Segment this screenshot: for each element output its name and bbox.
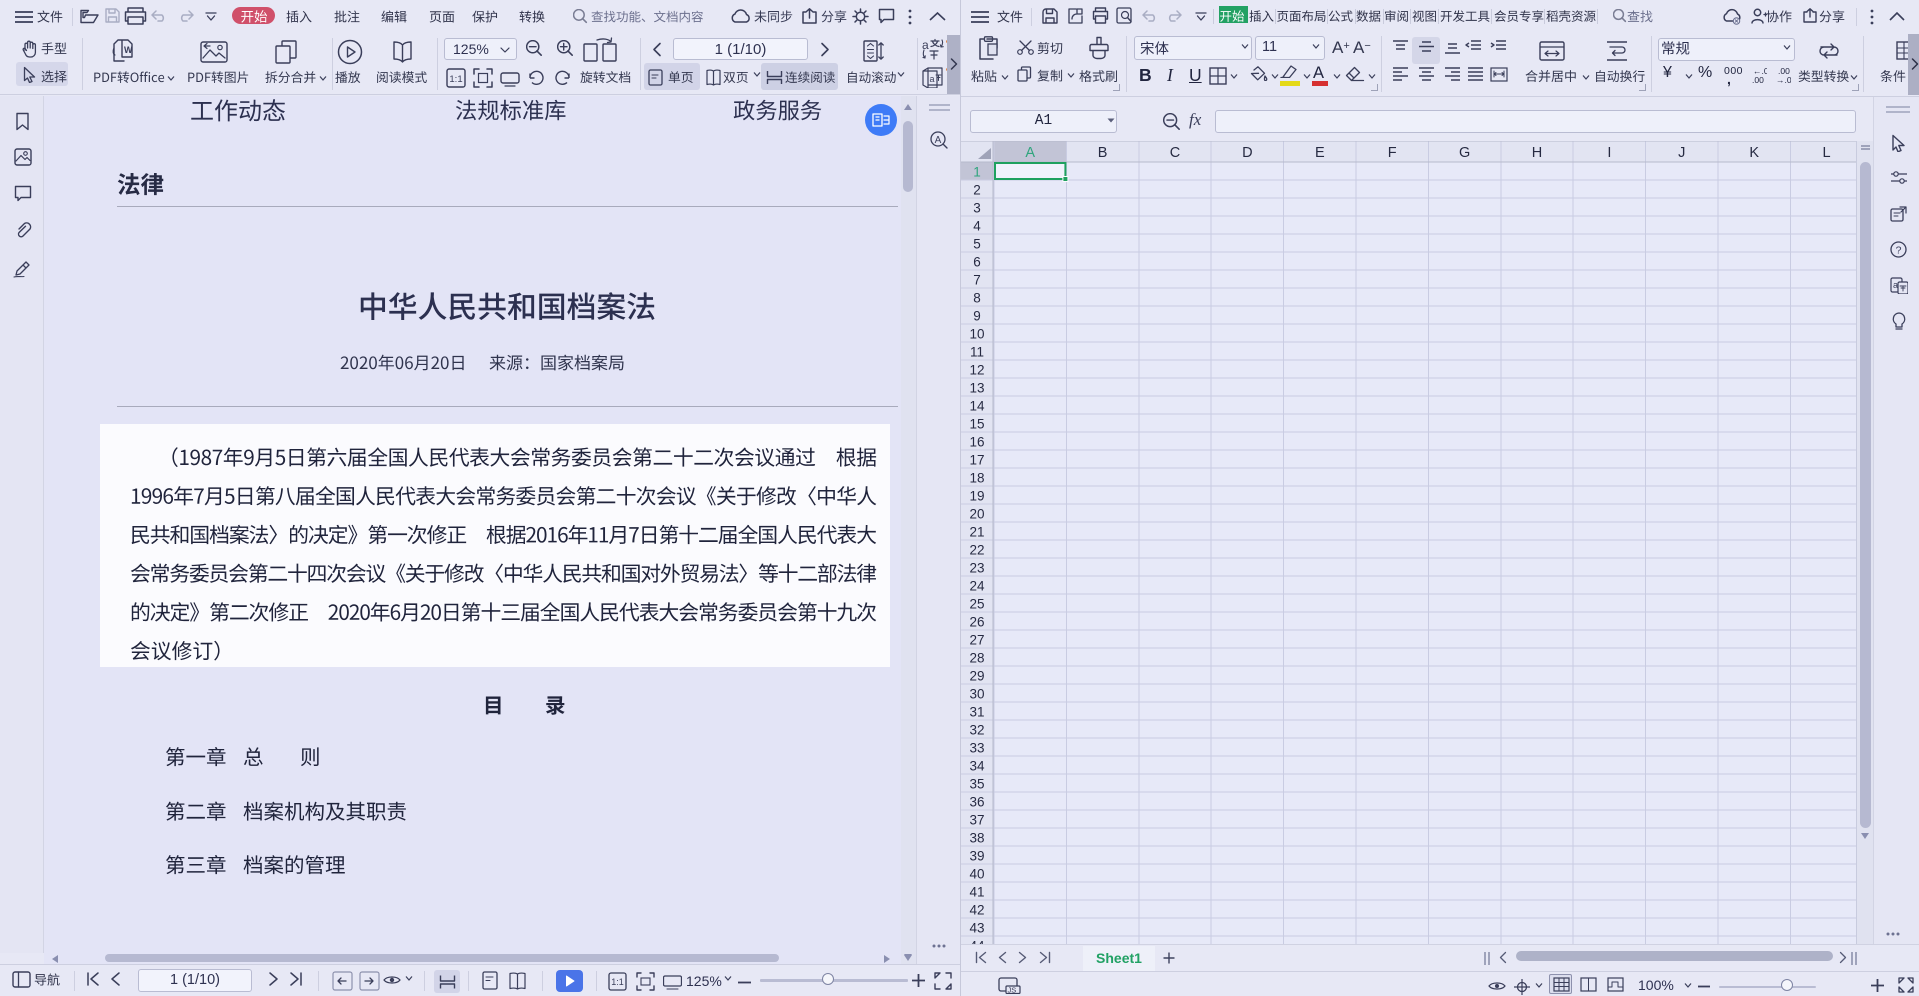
- svg-text:17: 17: [969, 453, 984, 468]
- svg-text:30: 30: [969, 687, 984, 702]
- svg-text:D: D: [1242, 145, 1252, 161]
- svg-text:24: 24: [969, 579, 985, 594]
- svg-text:.00: .00: [1752, 75, 1764, 84]
- svg-text:G: G: [1459, 145, 1470, 161]
- svg-text:L: L: [1823, 145, 1831, 161]
- svg-text:23: 23: [969, 561, 984, 576]
- svg-text:I: I: [1607, 145, 1611, 161]
- svg-text:37: 37: [969, 813, 984, 828]
- svg-text:12: 12: [969, 363, 984, 378]
- svg-text:35: 35: [969, 777, 984, 792]
- svg-text:18: 18: [969, 471, 984, 486]
- svg-text:39: 39: [969, 849, 984, 864]
- svg-text:21: 21: [969, 525, 984, 540]
- svg-text:8: 8: [973, 291, 981, 306]
- svg-text:22: 22: [969, 543, 984, 558]
- svg-text:29: 29: [969, 669, 984, 684]
- svg-text:25: 25: [969, 597, 984, 612]
- svg-text:→.0: →.0: [1776, 75, 1791, 84]
- svg-text:28: 28: [969, 651, 984, 666]
- svg-text:F: F: [1388, 145, 1397, 161]
- svg-text:1:1: 1:1: [449, 74, 462, 85]
- svg-text:J: J: [1678, 145, 1685, 161]
- svg-text:a: a: [930, 74, 935, 84]
- svg-text:16: 16: [969, 435, 984, 450]
- svg-text:38: 38: [969, 831, 984, 846]
- svg-text:A: A: [1025, 145, 1035, 161]
- svg-text:33: 33: [969, 741, 984, 756]
- svg-text:6: 6: [973, 255, 981, 270]
- svg-text:36: 36: [969, 795, 984, 810]
- svg-text:B: B: [1098, 145, 1108, 161]
- svg-text:11: 11: [970, 345, 984, 360]
- svg-text:10: 10: [969, 327, 984, 342]
- svg-text:40: 40: [969, 867, 984, 882]
- svg-text:C: C: [1170, 145, 1180, 161]
- svg-text:W: W: [124, 45, 133, 55]
- svg-text:4: 4: [973, 219, 981, 234]
- svg-text:E: E: [1315, 145, 1325, 161]
- svg-text:41: 41: [969, 885, 984, 900]
- svg-text:15: 15: [969, 417, 984, 432]
- svg-text:2: 2: [973, 183, 981, 198]
- svg-text:20: 20: [969, 507, 984, 522]
- svg-text:14: 14: [969, 399, 985, 414]
- svg-text:26: 26: [969, 615, 984, 630]
- svg-text:3: 3: [973, 201, 981, 216]
- svg-text:1:1: 1:1: [611, 977, 624, 987]
- svg-text:a: a: [922, 38, 929, 52]
- svg-text:1: 1: [973, 165, 981, 180]
- svg-text:13: 13: [969, 381, 984, 396]
- svg-text:a: a: [1893, 280, 1898, 290]
- svg-text:42: 42: [969, 903, 984, 918]
- svg-text:31: 31: [969, 705, 984, 720]
- svg-text:19: 19: [969, 489, 984, 504]
- svg-text:?: ?: [1896, 245, 1902, 257]
- svg-text:27: 27: [969, 633, 984, 648]
- svg-text:JS: JS: [1008, 986, 1017, 995]
- svg-text:A: A: [935, 135, 942, 146]
- svg-text:5: 5: [973, 237, 981, 252]
- svg-text:7: 7: [973, 273, 981, 288]
- svg-text:H: H: [1532, 145, 1542, 161]
- svg-text:9: 9: [973, 309, 981, 324]
- svg-text:43: 43: [969, 921, 984, 936]
- svg-text:K: K: [1749, 145, 1759, 161]
- svg-text:34: 34: [969, 759, 985, 774]
- svg-text:32: 32: [969, 723, 984, 738]
